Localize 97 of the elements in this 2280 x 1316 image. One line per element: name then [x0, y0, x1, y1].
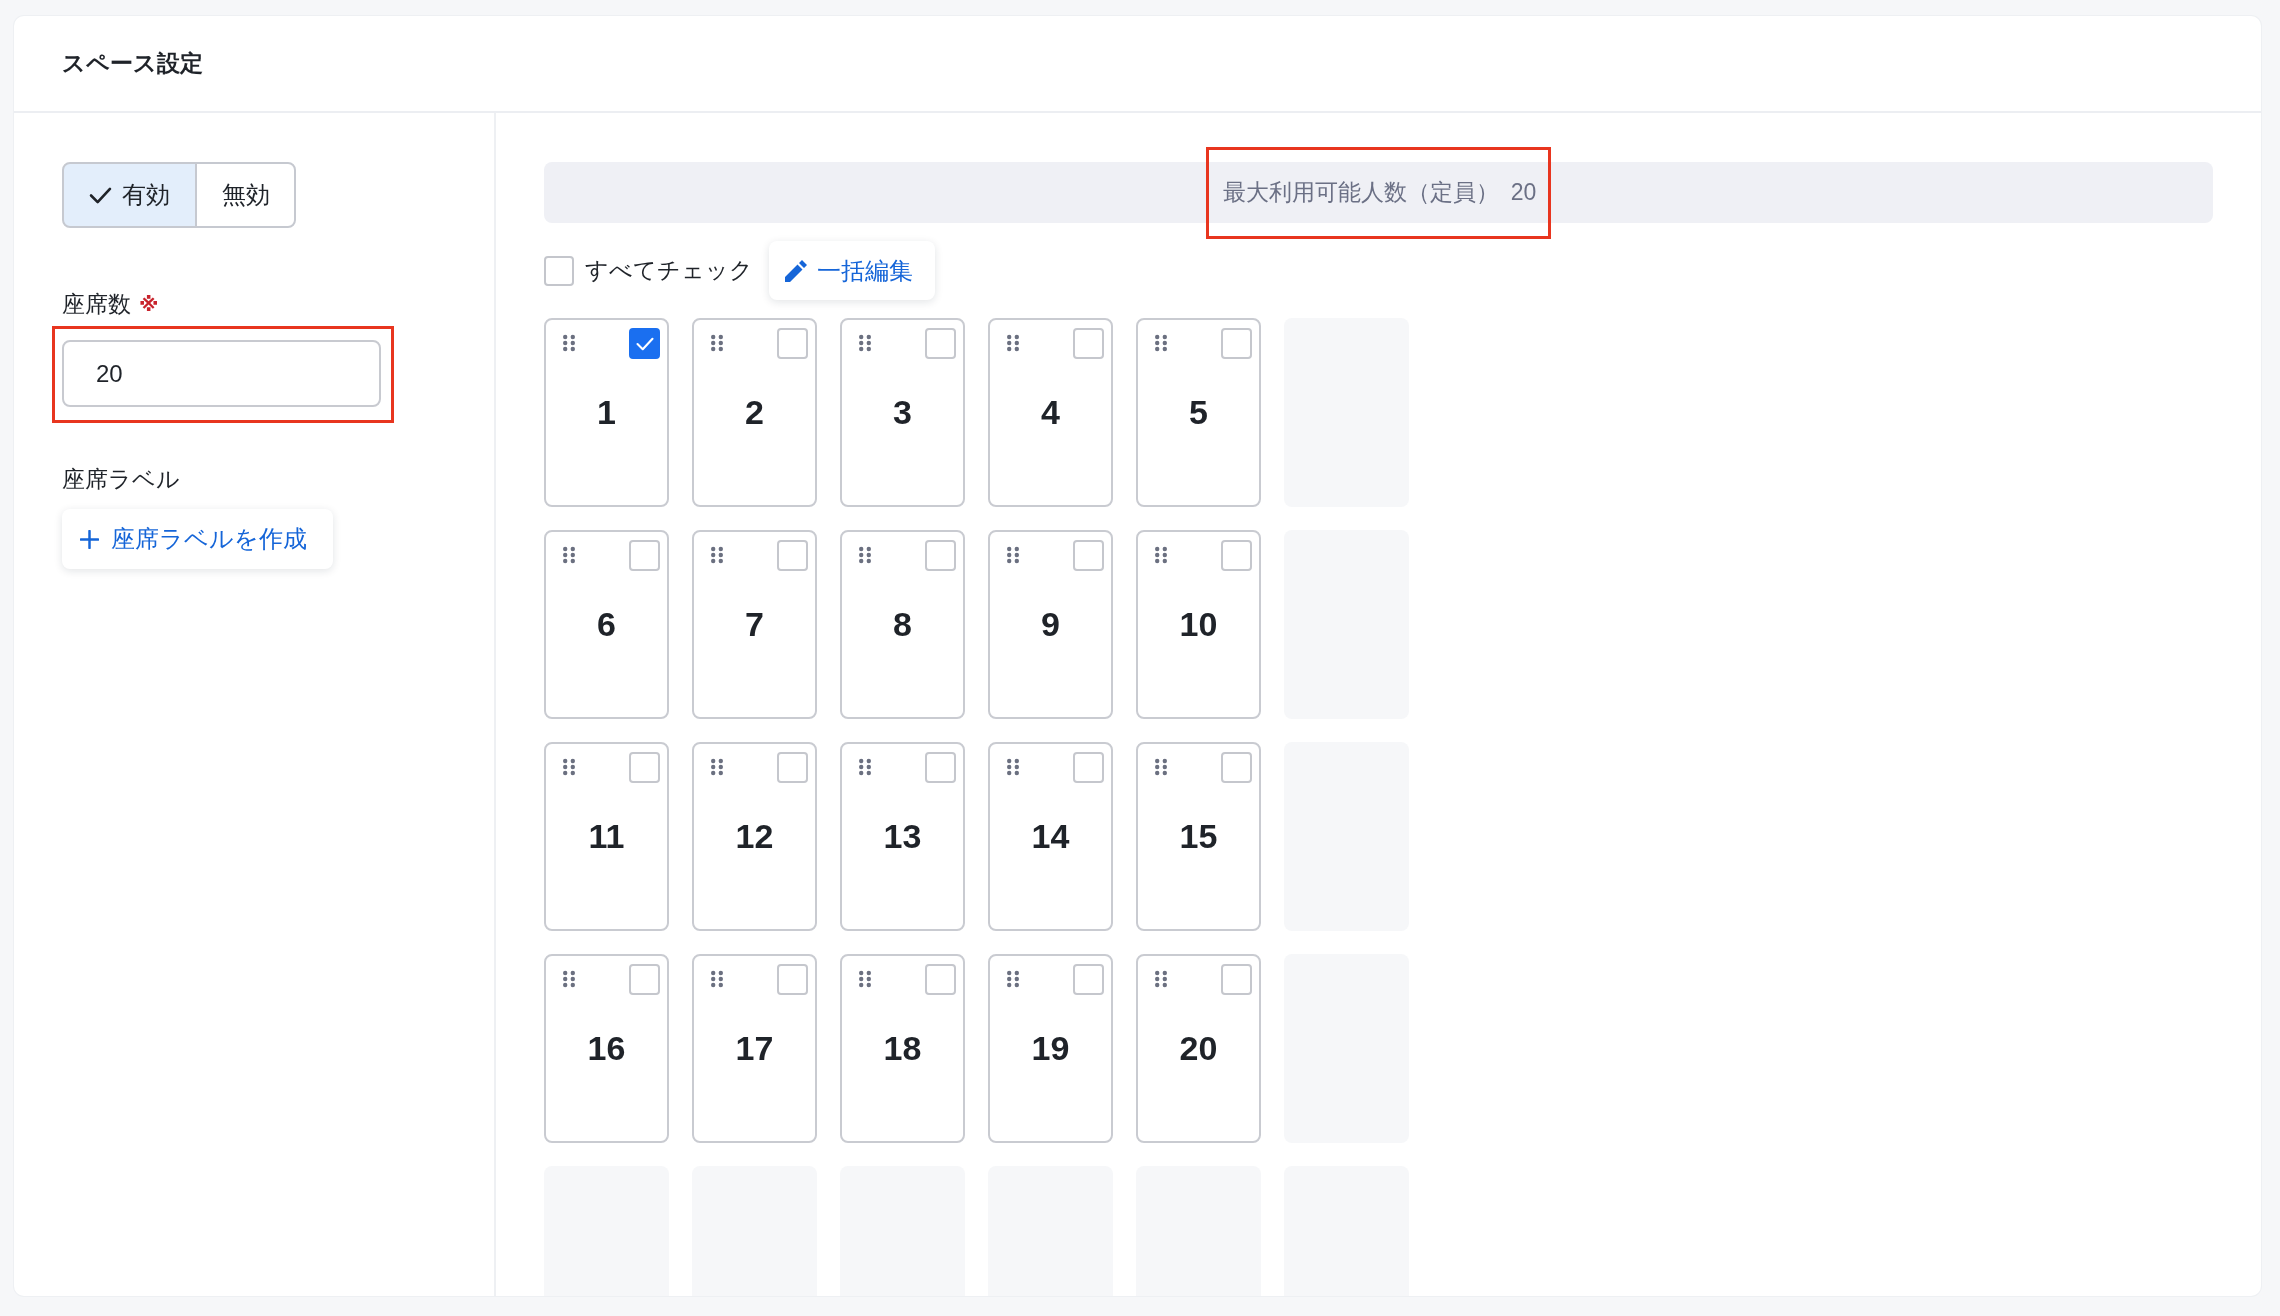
seat-checkbox[interactable] [777, 540, 808, 571]
seat-checkbox[interactable] [1221, 752, 1252, 783]
create-label-button[interactable]: 座席ラベルを作成 [62, 509, 333, 569]
pencil-icon [785, 259, 807, 282]
seat-card[interactable]: 15 [1136, 742, 1261, 931]
seat-number: 20 [1179, 1029, 1218, 1068]
seat-card[interactable]: 6 [544, 530, 669, 719]
seat-card[interactable]: 7 [692, 530, 817, 719]
seat-number: 6 [597, 605, 616, 644]
drag-handle-icon [711, 334, 723, 352]
drag-handle-icon [711, 546, 723, 564]
drag-handle-icon [711, 758, 723, 776]
seat-number: 15 [1179, 817, 1218, 856]
field-label: 座席ラベル [62, 464, 180, 494]
seat-checkbox[interactable] [1073, 752, 1104, 783]
seat-number: 18 [883, 1029, 922, 1068]
seat-card[interactable]: 4 [988, 318, 1113, 507]
drag-handle-icon [859, 334, 871, 352]
drag-handle-icon [1155, 758, 1167, 776]
drag-handle-icon [563, 546, 575, 564]
drag-handle-icon [1155, 334, 1167, 352]
seat-card[interactable]: 18 [840, 954, 965, 1143]
seat-checkbox[interactable] [1073, 328, 1104, 359]
check-icon [635, 336, 654, 351]
seat-checkbox[interactable] [629, 964, 660, 995]
seat-checkbox[interactable] [925, 752, 956, 783]
seat-checkbox[interactable] [629, 752, 660, 783]
check-all-checkbox[interactable] [544, 255, 574, 286]
check-all-label: すべてチェック [585, 256, 753, 285]
check-icon [89, 186, 112, 204]
status-toggle-option[interactable]: 無効 [195, 162, 296, 228]
seat-number: 14 [1031, 817, 1070, 856]
required-mark: ※ [139, 292, 159, 316]
seat-number: 1 [597, 393, 616, 432]
drag-handle-icon [563, 334, 575, 352]
seat-checkbox[interactable] [777, 964, 808, 995]
seat-checkbox[interactable] [1221, 540, 1252, 571]
seat-card[interactable]: 5 [1136, 318, 1261, 507]
seat-number: 5 [1189, 393, 1208, 432]
seat-checkbox[interactable] [925, 328, 956, 359]
drag-handle-icon [859, 758, 871, 776]
seat-card[interactable]: 19 [988, 954, 1113, 1143]
drag-handle-icon [1007, 970, 1019, 988]
seat-number: 9 [1041, 605, 1060, 644]
seat-card[interactable]: 9 [988, 530, 1113, 719]
seat-checkbox[interactable] [1073, 540, 1104, 571]
seat-number: 12 [735, 817, 774, 856]
seat-card[interactable]: 12 [692, 742, 817, 931]
seat-number: 10 [1179, 605, 1218, 644]
seat-card[interactable]: 3 [840, 318, 965, 507]
seat-checkbox[interactable] [1073, 964, 1104, 995]
seat-number: 16 [587, 1029, 626, 1068]
bulk-edit-button[interactable]: 一括編集 [769, 241, 935, 300]
seat-checkbox[interactable] [777, 328, 808, 359]
drag-handle-icon [1007, 546, 1019, 564]
capacity-label: 最大利用可能人数（定員） [1222, 178, 1499, 207]
status-toggle-option[interactable]: 有効 [62, 162, 197, 228]
seat-number: 11 [588, 817, 625, 856]
field-label: 座席数 [62, 289, 131, 319]
drag-handle-icon [563, 758, 575, 776]
drag-handle-icon [563, 970, 575, 988]
drag-handle-icon [1007, 758, 1019, 776]
seat-number: 8 [893, 605, 912, 644]
drag-handle-icon [1007, 334, 1019, 352]
seat-number: 2 [745, 393, 764, 432]
seat-card[interactable]: 8 [840, 530, 965, 719]
seat-checkbox[interactable] [1221, 328, 1252, 359]
seat-checkbox[interactable] [629, 328, 660, 359]
seat-card[interactable]: 14 [988, 742, 1113, 931]
page-title: スペース設定 [62, 49, 203, 78]
seat-card[interactable]: 2 [692, 318, 817, 507]
drag-handle-icon [1155, 546, 1167, 564]
seat-card[interactable]: 13 [840, 742, 965, 931]
seat-checkbox[interactable] [1221, 964, 1252, 995]
drag-handle-icon [1155, 970, 1167, 988]
drag-handle-icon [859, 970, 871, 988]
seat-checkbox[interactable] [629, 540, 660, 571]
drag-handle-icon [711, 970, 723, 988]
seat-checkbox[interactable] [925, 540, 956, 571]
capacity-value: 20 [1510, 179, 1537, 206]
seat-card[interactable]: 10 [1136, 530, 1261, 719]
seat-card[interactable]: 17 [692, 954, 817, 1143]
seat-number: 7 [745, 605, 764, 644]
seat-number: 3 [893, 393, 912, 432]
seat-card[interactable]: 1 [544, 318, 669, 507]
seat-checkbox[interactable] [925, 964, 956, 995]
seat-number: 19 [1031, 1029, 1070, 1068]
seat-number: 17 [735, 1029, 774, 1068]
seat-number: 4 [1041, 393, 1060, 432]
plus-icon [80, 529, 99, 549]
seat-card[interactable]: 20 [1136, 954, 1261, 1143]
seat-card[interactable]: 11 [544, 742, 669, 931]
seat-number: 13 [883, 817, 922, 856]
seat-checkbox[interactable] [777, 752, 808, 783]
seat-card[interactable]: 16 [544, 954, 669, 1143]
seat-count-input[interactable]: 20 [62, 340, 381, 407]
drag-handle-icon [859, 546, 871, 564]
